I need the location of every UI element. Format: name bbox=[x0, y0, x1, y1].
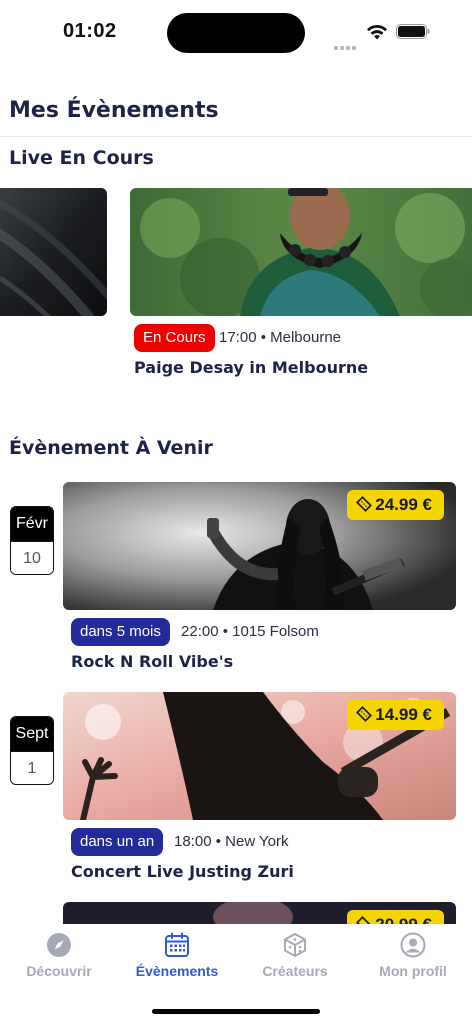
header-divider bbox=[0, 136, 472, 137]
compass-icon bbox=[47, 933, 71, 957]
tab-events[interactable]: Évènements bbox=[118, 932, 236, 979]
previous-live-event-image[interactable] bbox=[0, 188, 107, 316]
tab-profile[interactable]: Mon profil bbox=[354, 932, 472, 979]
tab-label: Découvrir bbox=[26, 963, 92, 979]
price-badge: 14.99 € bbox=[347, 700, 444, 730]
event-date: Févr 10 bbox=[10, 506, 54, 575]
page-title: Mes Évènements bbox=[9, 98, 219, 123]
tab-discover[interactable]: Découvrir bbox=[0, 932, 118, 979]
price-badge: 24.99 € bbox=[347, 490, 444, 520]
event-month: Sept bbox=[11, 717, 53, 751]
event-name[interactable]: Rock N Roll Vibe's bbox=[71, 652, 233, 671]
relative-date-badge: dans 5 mois bbox=[71, 618, 170, 646]
battery-icon bbox=[396, 24, 430, 39]
event-location: 1015 Folsom bbox=[232, 623, 319, 640]
relative-date-badge: dans un an bbox=[71, 828, 164, 856]
event-day: 1 bbox=[11, 751, 53, 784]
live-event-name[interactable]: Paige Desay in Melbourne bbox=[134, 358, 368, 377]
tab-label: Créateurs bbox=[262, 963, 328, 979]
tab-creators[interactable]: Créateurs bbox=[236, 932, 354, 979]
status-bar: 01:02 bbox=[0, 0, 472, 64]
event-image[interactable]: 14.99 € bbox=[63, 692, 456, 820]
tab-label: Évènements bbox=[135, 963, 219, 979]
calendar-icon bbox=[165, 932, 189, 957]
event-time: 22:00 bbox=[181, 623, 219, 640]
event-time: 18:00 bbox=[174, 833, 212, 850]
live-section-title: Live En Cours bbox=[9, 147, 154, 169]
event-time: 17:00 bbox=[219, 329, 257, 346]
dynamic-island bbox=[167, 13, 305, 53]
event-month: Févr bbox=[11, 507, 53, 541]
event-location: Melbourne bbox=[270, 329, 342, 346]
upcoming-section-title: Évènement À Venir bbox=[9, 437, 213, 459]
home-indicator[interactable] bbox=[152, 1009, 320, 1014]
event-date: Sept 1 bbox=[10, 716, 54, 785]
event-day: 10 bbox=[11, 541, 53, 574]
price-value: 24.99 € bbox=[375, 495, 432, 514]
wifi-icon bbox=[367, 24, 387, 40]
price-value: 14.99 € bbox=[375, 705, 432, 724]
event-meta: 22:00 • 1015 Folsom bbox=[181, 623, 319, 640]
ticket-icon bbox=[356, 706, 373, 722]
event-image[interactable]: 24.99 € bbox=[63, 482, 456, 610]
live-status-badge: En Cours bbox=[134, 324, 215, 352]
cellular-signal-icon bbox=[334, 35, 360, 50]
ticket-icon bbox=[356, 496, 373, 512]
cube-icon bbox=[284, 933, 306, 957]
event-name[interactable]: Concert Live Justing Zuri bbox=[71, 862, 294, 881]
live-event-meta: 17:00 • Melbourne bbox=[219, 329, 342, 346]
event-location: New York bbox=[225, 833, 289, 850]
tab-label: Mon profil bbox=[379, 963, 447, 979]
event-meta: 18:00 • New York bbox=[174, 833, 289, 850]
status-time: 01:02 bbox=[63, 20, 117, 42]
live-event-image[interactable] bbox=[130, 188, 472, 316]
user-circle-icon bbox=[400, 932, 426, 958]
